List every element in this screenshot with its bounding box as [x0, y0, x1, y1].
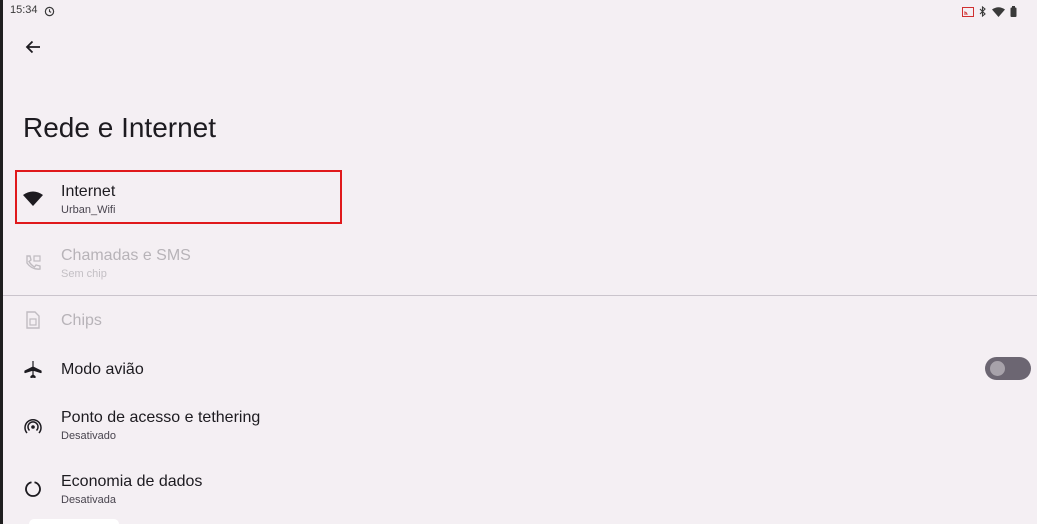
hotspot-icon [21, 414, 45, 438]
item-title: Internet [61, 183, 116, 200]
settings-item-hotspot[interactable]: Ponto de acesso e tethering Desativado [3, 402, 1037, 448]
item-summary: Sem chip [61, 268, 107, 280]
calls-sms-icon [21, 251, 45, 275]
settings-screen: 15:34 Rede e Internet Internet Urban_Wif… [3, 0, 1037, 524]
airplane-icon [21, 357, 45, 381]
item-title: Chips [61, 312, 102, 329]
toggle-knob [990, 361, 1005, 376]
section-divider [3, 295, 1037, 296]
settings-item-data-saver[interactable]: Economia de dados Desativada [3, 466, 1037, 512]
next-item-peek [29, 519, 119, 524]
cast-icon [962, 4, 974, 22]
battery-icon [1010, 4, 1017, 22]
item-summary: Urban_Wifi [61, 204, 116, 216]
item-summary: Desativado [61, 430, 117, 442]
item-summary: Desativada [61, 494, 117, 506]
bluetooth-icon [979, 4, 987, 22]
airplane-mode-toggle[interactable] [985, 357, 1031, 380]
settings-item-chips: Chips [3, 306, 1037, 336]
sync-icon [44, 4, 55, 22]
settings-item-airplane-mode[interactable]: Modo avião [3, 355, 1037, 385]
back-button[interactable] [19, 33, 47, 61]
settings-item-calls-sms: Chamadas e SMS Sem chip [3, 240, 1037, 286]
settings-item-internet[interactable]: Internet Urban_Wifi [3, 176, 1037, 222]
page-title: Rede e Internet [23, 112, 217, 143]
status-bar: 15:34 [3, 0, 1037, 22]
item-title: Economia de dados [61, 473, 203, 490]
item-title: Ponto de acesso e tethering [61, 409, 261, 426]
data-saver-icon [21, 477, 45, 501]
item-title: Chamadas e SMS [61, 247, 191, 264]
sim-card-icon [21, 308, 45, 332]
wifi-icon [21, 187, 45, 211]
wifi-status-icon [992, 4, 1005, 22]
status-icons [962, 4, 1017, 22]
arrow-left-icon [25, 40, 40, 54]
item-title: Modo avião [61, 361, 144, 378]
status-time: 15:34 [10, 4, 38, 16]
